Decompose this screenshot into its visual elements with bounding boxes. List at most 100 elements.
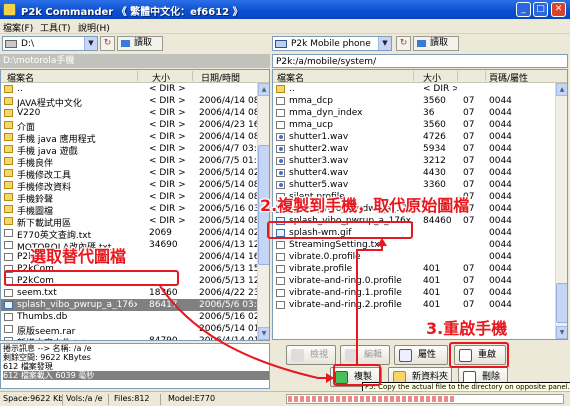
file-row[interactable]: 手機良伴 < DIR >2006/7/5 01:0 (1, 155, 269, 169)
file-page: 07 (463, 180, 475, 190)
file-size: 401 (423, 264, 441, 274)
file-attr: 0044 (489, 276, 512, 286)
file-size: < DIR > (149, 204, 186, 214)
file-size: < DIR > (149, 120, 186, 130)
file-row[interactable]: mma_dcp 3560 07 0044 (273, 95, 567, 107)
file-name: seem.txt (17, 288, 57, 298)
file-row[interactable]: vibrate.profile 401 07 0044 (273, 263, 567, 275)
left-drive-select[interactable]: D:\ ▼ (2, 36, 98, 51)
file-row[interactable]: shutter2.wav 5934 07 0044 (273, 143, 567, 155)
file-attr: 0044 (489, 96, 512, 106)
annotation-select: 選取替代圖檔 (30, 247, 127, 266)
file-row[interactable]: mma_ucp 3560 07 0044 (273, 119, 567, 131)
scroll-up-icon[interactable]: ▲ (258, 83, 269, 96)
file-row[interactable]: P2kCom 2006/5/13 12: (1, 275, 269, 287)
file-row[interactable]: splash_vibo_pwrup_a_176x... 86417 2006/5/6… (1, 299, 269, 311)
status-space: Space:9622 Kb (3, 394, 64, 403)
file-icon (4, 277, 13, 285)
properties-button[interactable]: 屬性 (394, 345, 448, 365)
file-row[interactable]: shutter4.wav 4430 07 0044 (273, 167, 567, 179)
file-row[interactable]: .. < DIR > (273, 83, 567, 95)
right-scrollbar[interactable]: ▲ ▼ (555, 83, 567, 339)
menu-file[interactable]: 檔案(F) (3, 21, 33, 34)
audio-file-icon (276, 145, 285, 153)
file-row[interactable]: vibrate-and-ring.0.profile 401 07 0044 (273, 275, 567, 287)
file-row[interactable]: StreamingSetting.txt 0044 (273, 239, 567, 251)
file-row[interactable]: E770英文查詢.txt 2069 2006/4/14 02: (1, 227, 269, 241)
file-size: < DIR > (149, 84, 186, 94)
file-page: 07 (463, 120, 475, 130)
file-icon (4, 313, 13, 321)
file-row[interactable]: Thumbs.db 2006/5/16 02: (1, 311, 269, 323)
file-row[interactable]: 新增文字文件.txt 84790 2006/4/14 01: (1, 335, 269, 340)
file-row[interactable]: vibrate-and-ring.1.profile 401 07 0044 (273, 287, 567, 299)
file-size: 3360 (423, 180, 446, 190)
scroll-down-icon[interactable]: ▼ (556, 326, 567, 339)
scroll-thumb[interactable] (556, 283, 567, 323)
file-row[interactable]: splash_vibo_pwrup_a_176x... 84460 07 0044 (273, 215, 567, 227)
file-icon (4, 229, 13, 237)
folder-icon (4, 85, 13, 93)
phone-icon (275, 40, 287, 48)
file-row[interactable]: V220 < DIR > 2006/4/14 08: (1, 107, 269, 119)
file-row[interactable]: seem.txt 18360 2006/4/22 23: (1, 287, 269, 299)
scroll-down-icon[interactable]: ▼ (258, 327, 269, 340)
view-label: 檢視 (310, 350, 329, 360)
file-size: < DIR > (149, 96, 186, 106)
file-size: < DIR > (149, 216, 186, 226)
file-row[interactable]: 手機修改資料 < DIR >2006/5/14 08: (1, 179, 269, 193)
left-refresh-button[interactable]: ↻ (100, 36, 115, 51)
file-row[interactable]: 介面 < DIR >2006/4/23 16: (1, 119, 269, 133)
file-name: shutter1.wav (289, 132, 349, 142)
scroll-up-icon[interactable]: ▲ (556, 83, 567, 96)
file-row[interactable]: 手機鈴聲 < DIR >2006/4/14 08: (1, 191, 269, 205)
file-date: 2006/5/13 15: (199, 264, 257, 274)
file-size: 3560 (423, 96, 446, 106)
left-file-list[interactable]: 檔案名 大小 日期/時間 .. < DIR > JAVA程式中文化 < DIR >20… (0, 69, 270, 341)
progress-bar (286, 394, 564, 404)
file-row[interactable]: 手機圖檔 < DIR >2006/5/16 03: (1, 203, 269, 217)
file-row[interactable]: .. < DIR > (1, 83, 269, 95)
restart-label: 重啟 (478, 350, 497, 360)
right-drive-select[interactable]: P2k Mobile phone ▼ (272, 36, 392, 51)
restart-button[interactable]: 重啟 (454, 345, 506, 365)
file-row[interactable]: shutter5.wav 3360 07 0044 (273, 179, 567, 191)
file-row[interactable]: shutter3.wav 3212 07 0044 (273, 155, 567, 167)
edit-button[interactable]: 編輯 (340, 345, 390, 365)
file-row[interactable]: vibrate.0.profile 0044 (273, 251, 567, 263)
file-row[interactable]: 原版seem.rar 2006/5/14 01: (1, 323, 269, 337)
file-icon (276, 265, 285, 273)
annotation-restart: 3.重啟手機 (426, 319, 508, 338)
file-row[interactable]: 新下載試用區 < DIR >2006/5/14 08: (1, 215, 269, 229)
file-icon (4, 265, 13, 273)
close-button[interactable]: ✕ (551, 2, 566, 17)
view-button[interactable]: 檢視 (286, 345, 336, 365)
file-page: 07 (463, 288, 475, 298)
file-row[interactable]: 手機 java 應用程式 < DIR >2006/4/14 08: (1, 131, 269, 145)
file-row[interactable]: 手機修改工具 < DIR >2006/5/14 02: (1, 167, 269, 181)
menu-tools[interactable]: 工具(T) (40, 21, 71, 34)
minimize-button[interactable]: _ (516, 2, 531, 17)
file-size: < DIR > (149, 168, 186, 178)
right-refresh-button[interactable]: ↻ (396, 36, 411, 51)
file-attr: 0044 (489, 300, 512, 310)
file-size: 401 (423, 276, 441, 286)
file-name: vibrate-and-ring.1.profile (289, 288, 402, 298)
left-read-button[interactable]: 讀取 (117, 36, 163, 51)
file-row[interactable]: JAVA程式中文化 < DIR >2006/4/14 08: (1, 95, 269, 109)
file-date: 2006/4/14 02: (199, 228, 257, 238)
menu-help[interactable]: 說明(H) (78, 21, 110, 34)
maximize-button[interactable]: □ (533, 2, 548, 17)
file-row[interactable]: 手機 java 遊戲 < DIR >2006/4/7 03:0 (1, 143, 269, 157)
folder-icon (4, 193, 13, 201)
file-page: 07 (463, 108, 475, 118)
file-size: < DIR > (149, 144, 186, 154)
file-row[interactable]: vibrate-and-ring.2.profile 401 07 0044 (273, 299, 567, 311)
file-row[interactable]: shutter1.wav 4726 07 0044 (273, 131, 567, 143)
file-row[interactable]: splash-wm.gif 0044 (273, 227, 567, 239)
right-read-button[interactable]: 讀取 (413, 36, 459, 51)
left-pane: D:\ ▼ ↻ 讀取 D:\motorola手機 檔案名 大小 日期/時間 ..… (0, 34, 284, 390)
file-attr: 0044 (489, 192, 512, 202)
file-row[interactable]: mma_dyn_index 36 07 0044 (273, 107, 567, 119)
file-name: Thumbs.db (17, 312, 68, 322)
